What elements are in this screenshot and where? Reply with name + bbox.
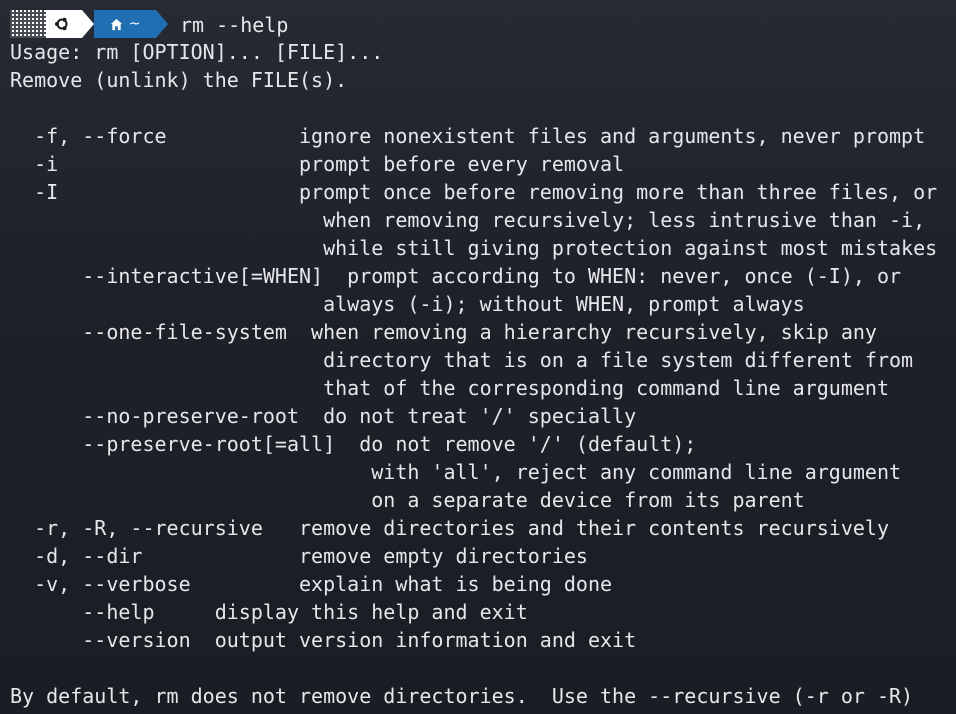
- output-line: directory that is on a file system diffe…: [10, 348, 914, 372]
- directory-segment: ~: [94, 10, 156, 38]
- output-line: always (-i); without WHEN, prompt always: [10, 292, 805, 316]
- output-line: -f, --force ignore nonexistent files and…: [10, 124, 926, 148]
- output-line: with 'all', reject any command line argu…: [10, 460, 902, 484]
- output-line: --version output version information and…: [10, 628, 637, 652]
- output-line: on a separate device from its parent: [10, 488, 805, 512]
- home-icon: [110, 18, 122, 30]
- command-output: Usage: rm [OPTION]... [FILE]... Remove (u…: [10, 38, 937, 710]
- output-line: --preserve-root[=all] do not remove '/' …: [10, 432, 697, 456]
- output-line: -r, -R, --recursive remove directories a…: [10, 516, 889, 540]
- output-line: -d, --dir remove empty directories: [10, 544, 588, 568]
- output-line: that of the corresponding command line a…: [10, 376, 889, 400]
- dither-pattern: [10, 10, 46, 38]
- output-line: --one-file-system when removing a hierar…: [10, 320, 877, 344]
- output-line: --help display this help and exit: [10, 600, 528, 624]
- segment-separator: [156, 10, 168, 38]
- output-line: -I prompt once before removing more than…: [10, 180, 938, 204]
- shell-prompt: ~: [10, 10, 168, 38]
- output-line: -v, --verbose explain what is being done: [10, 572, 613, 596]
- output-line: -i prompt before every removal: [10, 152, 625, 176]
- output-line: --interactive[=WHEN] prompt according to…: [10, 264, 902, 288]
- ubuntu-icon: [55, 17, 68, 31]
- command-input[interactable]: rm --help: [180, 11, 288, 39]
- terminal-window[interactable]: ~ rm --help Usage: rm [OPTION]... [FILE]…: [0, 0, 956, 714]
- output-line: --no-preserve-root do not treat '/' spec…: [10, 404, 637, 428]
- output-line: Usage: rm [OPTION]... [FILE]...: [10, 40, 384, 64]
- segment-separator: [82, 10, 94, 38]
- os-segment: [10, 10, 82, 38]
- output-line: when removing recursively; less intrusiv…: [10, 208, 926, 232]
- output-line: By default, rm does not remove directori…: [10, 684, 914, 708]
- current-directory: ~: [128, 16, 141, 32]
- output-line: Remove (unlink) the FILE(s).: [10, 68, 348, 92]
- output-line: while still giving protection against mo…: [10, 236, 938, 260]
